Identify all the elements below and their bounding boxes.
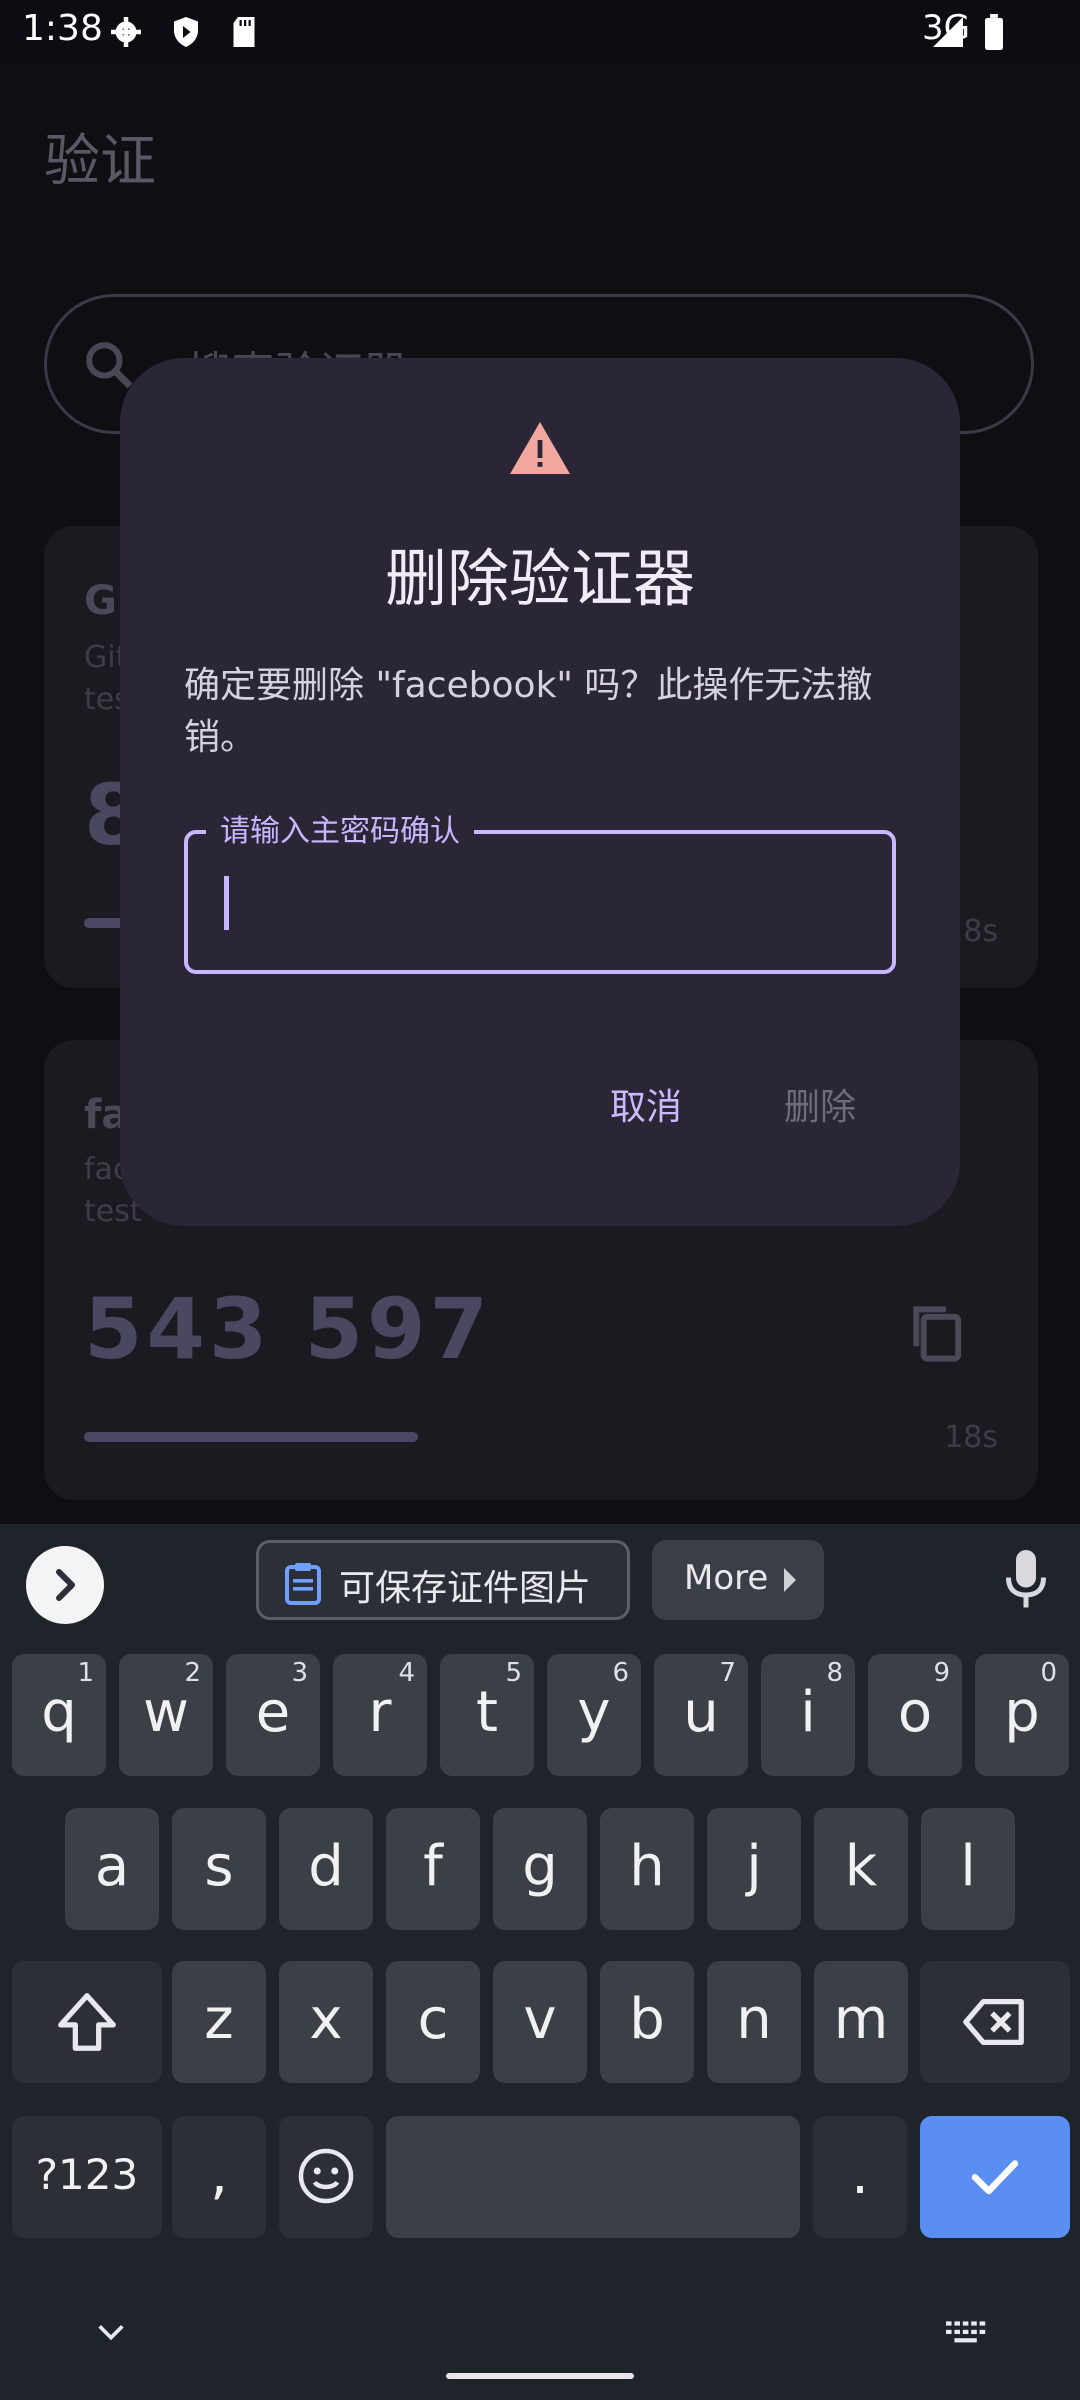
backspace-icon (963, 1998, 1024, 2046)
key-y[interactable]: y6 (547, 1654, 641, 1776)
key-b[interactable]: b (600, 1961, 694, 2083)
key-w[interactable]: w2 (119, 1654, 213, 1776)
settings-icon (111, 17, 141, 47)
status-time: 1:38 (22, 8, 103, 49)
delete-button[interactable]: 删除 (784, 1078, 856, 1130)
key-z[interactable]: z (172, 1961, 266, 2083)
key-label: o (897, 1680, 933, 1745)
key-label: e (255, 1680, 291, 1745)
key-label: q (41, 1680, 77, 1745)
key-v[interactable]: v (493, 1961, 587, 2083)
key-g[interactable]: g (493, 1808, 587, 1930)
key-hint: 3 (291, 1658, 308, 1688)
more-label: More (684, 1558, 769, 1598)
countdown-bar (84, 1432, 418, 1442)
clipboard-suggestion[interactable]: 可保存证件图片 (256, 1540, 630, 1620)
dialog-title: 删除验证器 (384, 542, 695, 615)
soft-keyboard: 可保存证件图片 More ?123 , . q 1 w 2 e 3 r 4 t … (0, 1524, 1080, 2400)
key-f[interactable]: f (386, 1808, 480, 1930)
key-label: w (143, 1680, 189, 1745)
space-key[interactable] (386, 2116, 800, 2238)
key-hint: 1 (77, 1658, 94, 1688)
backspace-key[interactable] (920, 1961, 1070, 2083)
more-button[interactable]: More (652, 1540, 824, 1620)
symbols-key[interactable]: ?123 (12, 2116, 162, 2238)
hide-keyboard-chevron-icon[interactable] (94, 2320, 128, 2344)
key-s[interactable]: s (172, 1808, 266, 1930)
key-h[interactable]: h (600, 1808, 694, 1930)
key-hint: 6 (612, 1658, 629, 1688)
cancel-button[interactable]: 取消 (610, 1078, 682, 1130)
enter-key[interactable] (920, 2116, 1070, 2238)
key-label: p (1004, 1680, 1040, 1745)
comma-key[interactable]: , (172, 2116, 266, 2238)
key-m[interactable]: m (814, 1961, 908, 2083)
key-hint: 2 (184, 1658, 201, 1688)
key-label: t (476, 1680, 498, 1745)
key-hint: 8 (826, 1658, 843, 1688)
key-j[interactable]: j (707, 1808, 801, 1930)
key-e[interactable]: e3 (226, 1654, 320, 1776)
delete-dialog: 删除验证器 确定要删除 "facebook" 吗？此操作无法撤销。 请输入主密码… (120, 358, 960, 1226)
key-hint: 9 (933, 1658, 950, 1688)
emoji-key[interactable] (279, 2116, 373, 2238)
key-o[interactable]: o9 (868, 1654, 962, 1776)
key-p[interactable]: p0 (975, 1654, 1069, 1776)
key-label: u (683, 1680, 719, 1745)
key-label: i (800, 1680, 816, 1745)
master-password-label: 请输入主密码确认 (206, 806, 474, 850)
shift-icon (58, 1993, 116, 2051)
warning-icon (510, 422, 570, 474)
expand-toolbar-button[interactable] (26, 1546, 104, 1624)
period-key[interactable]: . (813, 2116, 907, 2238)
master-password-field[interactable] (184, 830, 896, 974)
key-hint: 5 (505, 1658, 522, 1688)
home-indicator[interactable] (446, 2373, 634, 2379)
key-a[interactable]: a (65, 1808, 159, 1930)
emoji-icon (298, 2148, 354, 2204)
signal-icon (933, 17, 963, 47)
shift-key[interactable] (12, 1961, 162, 2083)
key-r[interactable]: r4 (333, 1654, 427, 1776)
key-c[interactable]: c (386, 1961, 480, 2083)
search-icon (86, 342, 133, 389)
key-i[interactable]: i8 (761, 1654, 855, 1776)
battery-icon (985, 14, 1003, 50)
key-hint: 0 (1040, 1658, 1057, 1688)
key-d[interactable]: d (279, 1808, 373, 1930)
keyboard-toolbar: 可保存证件图片 More (0, 1524, 1080, 1636)
key-q[interactable]: q1 (12, 1654, 106, 1776)
arrow-right-icon (784, 1568, 796, 1592)
key-label: r (368, 1680, 392, 1745)
key-u[interactable]: u7 (654, 1654, 748, 1776)
clipboard-icon (285, 1563, 321, 1605)
shield-icon (174, 17, 198, 47)
checkmark-icon (971, 2160, 1019, 2195)
key-label: y (577, 1680, 611, 1745)
suggestion-text: 可保存证件图片 (339, 1568, 592, 1609)
key-hint: 7 (719, 1658, 736, 1688)
sd-card-icon (233, 17, 255, 47)
key-n[interactable]: n (707, 1961, 801, 2083)
key-k[interactable]: k (814, 1808, 908, 1930)
dialog-message: 确定要删除 "facebook" 吗？此操作无法撤销。 (184, 665, 873, 758)
chevron-right-icon (56, 1569, 75, 1601)
key-hint: 4 (398, 1658, 415, 1688)
otp-code: 543 597 (84, 1280, 492, 1378)
key-x[interactable]: x (279, 1961, 373, 2083)
status-bar: 1:38 3G (0, 0, 1080, 66)
key-t[interactable]: t5 (440, 1654, 534, 1776)
page-title: 验证 (44, 129, 156, 194)
text-cursor (224, 876, 229, 930)
keyboard-switch-icon[interactable] (944, 2320, 990, 2348)
microphone-icon[interactable] (1006, 1550, 1046, 1610)
key-l[interactable]: l (921, 1808, 1015, 1930)
copy-icon[interactable] (906, 1302, 966, 1366)
countdown-seconds: 18s (944, 1420, 998, 1455)
